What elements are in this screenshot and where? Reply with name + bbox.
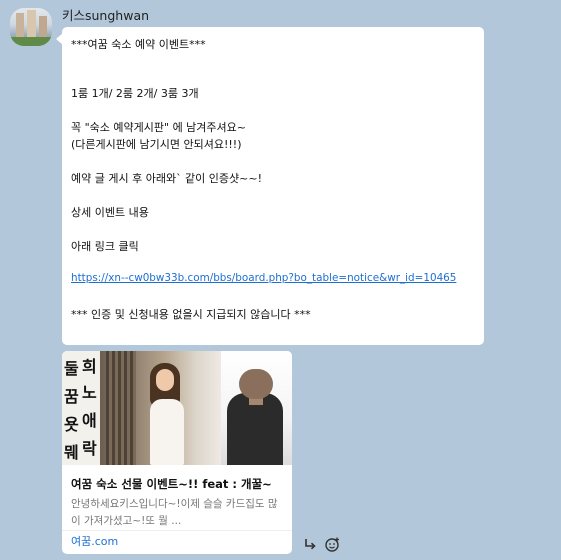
emoji-add-icon[interactable] (323, 535, 341, 553)
man-photo (221, 351, 292, 465)
link-preview-card[interactable]: 둘 꿈 욧 뭬 희 노 애 락 여꿈 숙소 선물 이벤트~!! feat : 개… (62, 351, 292, 554)
message-line: (다른게시판에 남기시면 안되셔요!!!) (71, 138, 242, 151)
woman-photo (100, 351, 221, 465)
divider (62, 530, 292, 531)
event-link[interactable]: https://xn--cw0bw33b.com/bbs/board.php?b… (71, 272, 456, 284)
message-line: 예약 글 게시 후 아래와` 같이 인증샷~~! (71, 172, 263, 185)
preview-domain[interactable]: 여꿈.com (71, 533, 118, 549)
message-line: 꼭 "숙소 예약게시판" 에 남겨주셔요~ (71, 121, 247, 134)
preview-description: 안녕하세요키스입니다~!이제 슬슬 카드집도 많이 가져가셨고~!또 뭘 ... (71, 498, 278, 527)
sender-avatar[interactable] (10, 8, 52, 46)
share-arrow-icon[interactable] (301, 535, 319, 553)
message-line: 아래 링크 클릭 (71, 240, 139, 253)
calligraphy-image: 둘 꿈 욧 뭬 희 노 애 락 (62, 351, 100, 465)
sender-name: 키스sunghwan (62, 8, 150, 23)
message-line: 1룸 1개/ 2룸 2개/ 3룸 3개 (71, 87, 199, 100)
message-line: *** 인증 및 신청내용 없을시 지급되지 않습니다 *** (71, 308, 311, 321)
preview-thumbnail[interactable]: 둘 꿈 욧 뭬 희 노 애 락 (62, 351, 292, 465)
message-line: ***여꿈 숙소 예약 이벤트*** (71, 38, 206, 51)
message-line: 상세 이벤트 내용 (71, 206, 149, 219)
message-bubble[interactable]: ***여꿈 숙소 예약 이벤트*** 1룸 1개/ 2룸 2개/ 3룸 3개 꼭… (56, 27, 484, 345)
preview-title[interactable]: 여꿈 숙소 선물 이벤트~!! feat : 개꿀~ (71, 476, 272, 492)
